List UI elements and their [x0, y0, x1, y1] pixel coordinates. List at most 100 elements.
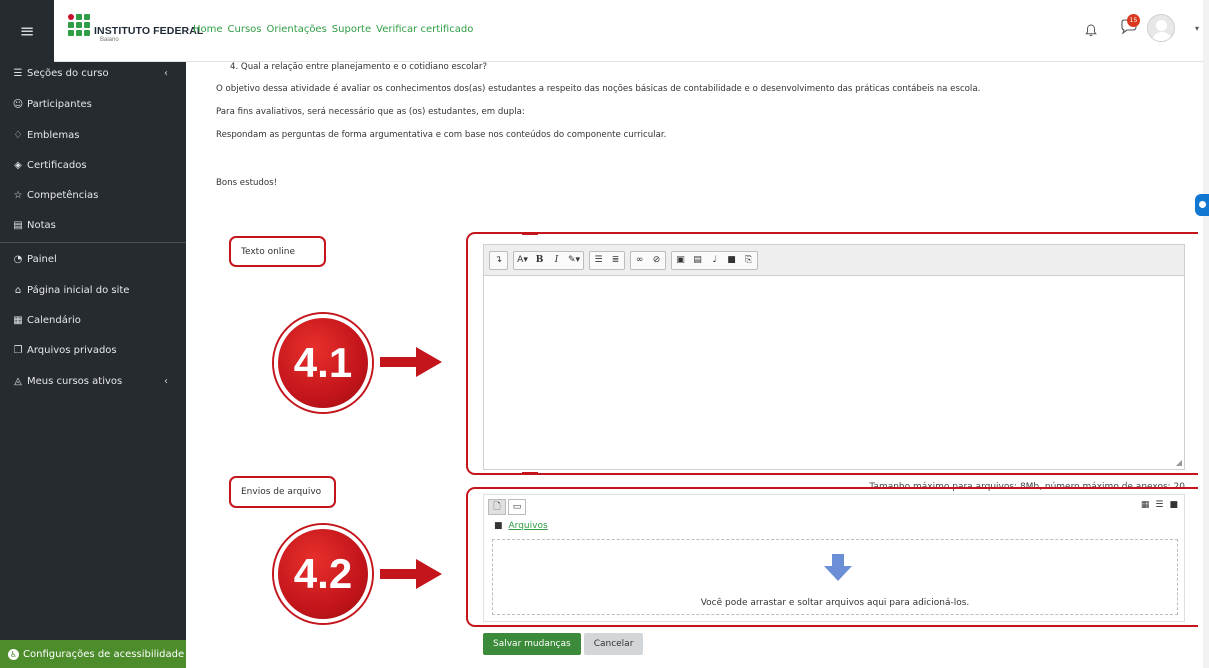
floating-help-tab[interactable]: [1195, 194, 1209, 216]
accessibility-label: Configurações de acessibilidade: [23, 648, 185, 660]
online-text-label: Texto online: [229, 236, 326, 267]
folder-view-icon[interactable]: ■: [1169, 500, 1178, 510]
file-manager-toolbar: 🗋 ▭: [488, 499, 526, 515]
list-view-icon[interactable]: ☰: [1155, 500, 1163, 510]
unlink-icon[interactable]: ⊘: [648, 252, 665, 269]
grid-view-icon[interactable]: ▦: [1141, 500, 1150, 510]
sidebar-item-label: Painel: [27, 254, 57, 265]
save-button[interactable]: Salvar mudanças: [483, 633, 581, 655]
page: ≡ INSTITUTO FEDERAL Baiano Home Cursos O…: [0, 0, 1203, 668]
marker-4-2: 4.2: [274, 525, 372, 623]
nav-orientacoes[interactable]: Orientações: [267, 24, 327, 35]
video-icon[interactable]: ■: [723, 252, 740, 269]
sidebar-item-label: Certificados: [27, 160, 87, 171]
italic-icon[interactable]: I: [548, 252, 565, 269]
file-path: ■ Arquivos: [494, 521, 548, 531]
sidebar-item-label: Arquivos privados: [27, 345, 117, 356]
chevron-down-icon[interactable]: ▾: [1195, 24, 1199, 33]
files-icon: ❐: [13, 345, 23, 356]
sidebar-item-label: Página inicial do site: [27, 285, 130, 296]
sidebar-item-label: Meus cursos ativos: [27, 376, 123, 387]
nav-cursos[interactable]: Cursos: [228, 24, 262, 35]
scrollbar[interactable]: [1203, 0, 1209, 668]
sidebar-divider: [0, 242, 186, 243]
cancel-button[interactable]: Cancelar: [583, 633, 644, 655]
font-size-icon[interactable]: A▾: [514, 252, 531, 269]
sidebar-item-pagina-inicial[interactable]: ⌂ Página inicial do site: [12, 285, 180, 296]
nav-home[interactable]: Home: [193, 24, 223, 35]
badge-icon: ♢: [13, 130, 23, 141]
marker-4-1: 4.1: [274, 314, 372, 412]
main-content: 4. Qual a relação entre planejamento e o…: [186, 62, 1203, 668]
sidebar-item-calendario[interactable]: ▦ Calendário: [12, 315, 180, 326]
objective-text: O objetivo dessa atividade é avaliar os …: [216, 84, 981, 94]
numbered-list-icon[interactable]: ≣: [607, 252, 624, 269]
certificate-icon: ◈: [14, 160, 22, 171]
sidebar-item-competencias[interactable]: ☆ Competências: [12, 190, 180, 201]
logo-mark: [68, 14, 90, 36]
avatar[interactable]: [1147, 14, 1175, 42]
top-nav: Home Cursos Orientações Suporte Verifica…: [193, 24, 473, 35]
image-icon[interactable]: ▣: [672, 252, 689, 269]
dashboard-icon: ◔: [13, 254, 23, 265]
sidebar-item-meus-cursos[interactable]: ◬ Meus cursos ativos ‹: [12, 376, 180, 387]
accessibility-settings-button[interactable]: ♿ Configurações de acessibilidade: [0, 640, 186, 668]
top-navbar: ≡ INSTITUTO FEDERAL Baiano Home Cursos O…: [0, 0, 1203, 62]
sidebar-item-secoes[interactable]: ☰ Seções do curso ‹: [12, 68, 180, 79]
link-icon[interactable]: ∞: [631, 252, 648, 269]
site-logo[interactable]: INSTITUTO FEDERAL Baiano: [68, 14, 203, 43]
question-4: 4. Qual a relação entre planejamento e o…: [230, 62, 488, 72]
highlight-tab: [522, 232, 538, 235]
file-upload-label: Envios de arquivo: [229, 476, 336, 508]
sidebar-item-label: Calendário: [27, 315, 81, 326]
sidebar-item-certificados[interactable]: ◈ Certificados: [12, 160, 180, 171]
expand-toolbar-icon[interactable]: ↴: [490, 252, 507, 269]
nav-verificar-certificado[interactable]: Verificar certificado: [376, 24, 473, 35]
sidebar-item-label: Seções do curso: [27, 68, 109, 79]
nav-suporte[interactable]: Suporte: [332, 24, 371, 35]
logo-subtitle: Baiano: [100, 37, 119, 43]
sidebar-item-participantes[interactable]: ☺ Participantes: [12, 99, 180, 110]
graduation-cap-icon: ◬: [14, 376, 22, 387]
users-icon: ☺: [12, 99, 24, 110]
download-arrow-icon: [824, 554, 852, 581]
highlight-tab: [522, 472, 538, 475]
chevron-left-icon[interactable]: ‹: [164, 68, 168, 79]
view-switcher: ▦ ☰ ■: [1141, 500, 1178, 510]
add-file-icon[interactable]: 🗋: [488, 499, 506, 515]
home-icon: ⌂: [14, 285, 22, 296]
bullet-list-icon[interactable]: ☰: [590, 252, 607, 269]
manage-files-icon[interactable]: ⎘: [740, 252, 757, 269]
files-link[interactable]: Arquivos: [509, 521, 548, 531]
file-upload-label-text: Envios de arquivo: [241, 487, 322, 497]
folder-icon: ■: [494, 521, 503, 531]
messages-button[interactable]: 15: [1119, 14, 1140, 40]
file-manager: 🗋 ▭ ▦ ☰ ■ ■ Arquivos Você pode arrastar …: [483, 494, 1185, 622]
drop-zone[interactable]: Você pode arrastar e soltar arquivos aqu…: [492, 539, 1178, 615]
bell-icon[interactable]: [1085, 24, 1097, 37]
chevron-left-icon[interactable]: ‹: [164, 376, 168, 387]
sidebar-item-painel[interactable]: ◔ Painel: [12, 254, 180, 265]
logo-text: INSTITUTO FEDERAL: [94, 25, 204, 37]
microphone-icon[interactable]: ♩: [706, 252, 723, 269]
media-icon[interactable]: ▤: [689, 252, 706, 269]
new-folder-icon[interactable]: ▭: [508, 499, 526, 515]
sidebar-item-notas[interactable]: ▤ Notas: [12, 220, 180, 231]
style-icon[interactable]: ✎▾: [565, 252, 583, 269]
calendar-icon: ▦: [13, 315, 23, 326]
form-buttons: Salvar mudanças Cancelar: [483, 633, 644, 655]
instruction-text: Respondam as perguntas de forma argument…: [216, 130, 667, 140]
drop-zone-text: Você pode arrastar e soltar arquivos aqu…: [700, 598, 970, 608]
grades-icon: ▤: [13, 220, 23, 231]
evaluation-text: Para fins avaliativos, será necessário q…: [216, 107, 525, 117]
bold-icon[interactable]: B: [531, 252, 548, 269]
online-text-editor[interactable]: ↴ A▾ B I ✎▾ ☰ ≣ ∞ ⊘ ▣ ▤ ♩ ■ ⎘ ◢: [483, 244, 1185, 470]
star-icon: ☆: [13, 190, 23, 201]
online-text-label-text: Texto online: [241, 246, 296, 257]
list-icon: ☰: [13, 68, 23, 79]
editor-toolbar: ↴ A▾ B I ✎▾ ☰ ≣ ∞ ⊘ ▣ ▤ ♩ ■ ⎘: [484, 245, 1184, 276]
sidebar-item-arquivos-privados[interactable]: ❐ Arquivos privados: [12, 345, 180, 356]
hamburger-icon[interactable]: ≡: [0, 0, 54, 62]
resize-handle-icon[interactable]: ◢: [1176, 458, 1182, 467]
sidebar-item-emblemas[interactable]: ♢ Emblemas: [12, 130, 180, 141]
